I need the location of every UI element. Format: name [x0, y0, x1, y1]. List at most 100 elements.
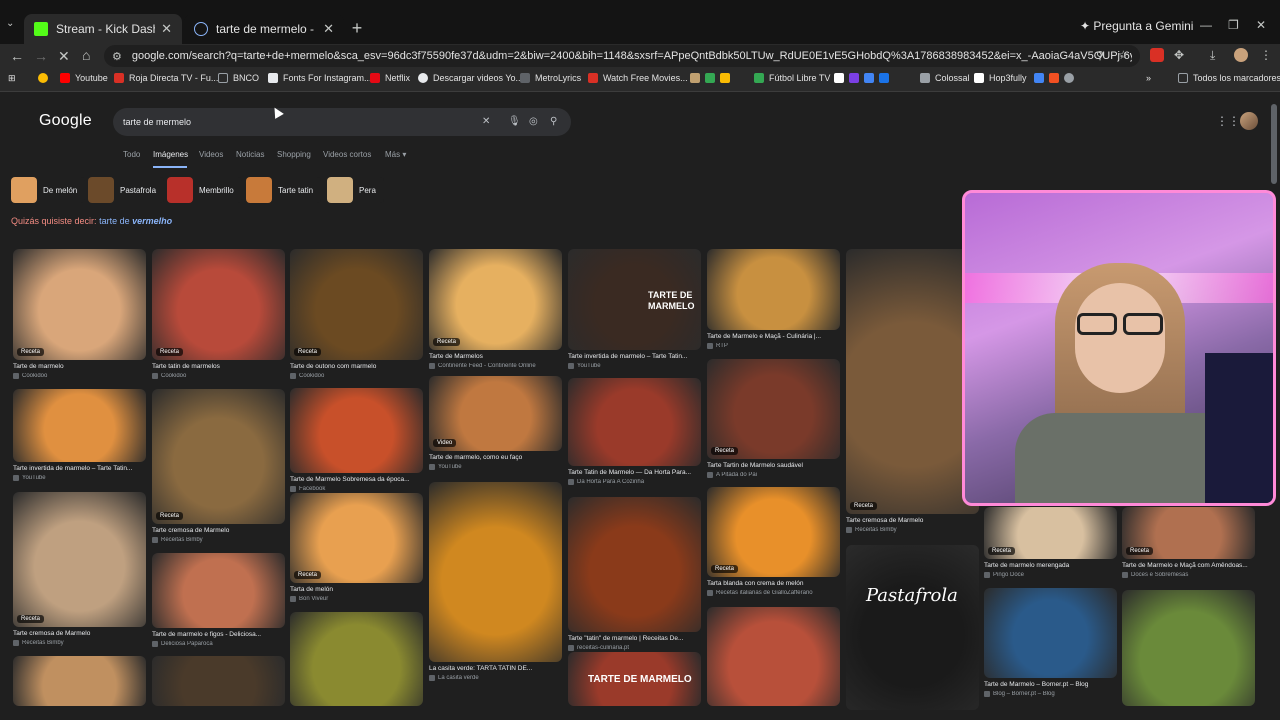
gemini-button[interactable]: ✦ Pregunta a Gemini	[1080, 19, 1193, 33]
result-caption[interactable]: Tarte tatin de marmelos	[152, 363, 285, 370]
result-thumbnail[interactable]	[152, 249, 285, 360]
result-source[interactable]: Facebook	[290, 486, 423, 492]
home-icon[interactable]: ⌂	[82, 47, 90, 63]
result-thumbnail[interactable]	[13, 249, 146, 360]
spell-link-part1[interactable]: tarte de	[99, 216, 130, 226]
result-source[interactable]: A Pitada do Pai	[707, 472, 840, 478]
download-icon[interactable]: ⤓	[1210, 48, 1215, 63]
result-caption[interactable]: Tarte cremosa de Marmelo	[13, 630, 146, 637]
tab-kick-dashboard[interactable]: Stream - Kick Dashboard ✕	[24, 14, 182, 44]
result-thumbnail[interactable]	[13, 492, 146, 627]
result-source[interactable]: Receitas Bimby	[152, 537, 285, 543]
restore-icon[interactable]: ❐	[1228, 18, 1239, 32]
result-caption[interactable]: Tarta de melón	[290, 586, 423, 593]
result-caption[interactable]: Tarte de Marmelo e Maçã - Culinária |...	[707, 333, 840, 340]
filter-tab-mas[interactable]: Más ▾	[385, 150, 406, 159]
close-tab-icon[interactable]: ✕	[161, 21, 172, 37]
result-thumbnail[interactable]	[846, 545, 979, 710]
clear-search-icon[interactable]: ✕	[482, 116, 490, 127]
bookmark-colossal[interactable]: Colossal	[920, 73, 970, 83]
partial-result-thumbnail[interactable]	[152, 656, 285, 706]
result-caption[interactable]: Tarte invertida de marmelo – Tarte Tatin…	[13, 465, 146, 472]
result-thumbnail[interactable]	[152, 553, 285, 628]
result-caption[interactable]: Tarte de outono com marmelo	[290, 363, 423, 370]
account-avatar[interactable]	[1240, 112, 1258, 130]
close-window-icon[interactable]: ✕	[1256, 18, 1266, 32]
bookmark-watchfree[interactable]: Watch Free Movies...	[588, 73, 688, 83]
result-source[interactable]: La casita verde	[429, 675, 562, 681]
result-caption[interactable]: La casita verde: TARTA TATIN DE...	[429, 665, 562, 672]
result-caption[interactable]: Tarte de Marmelos	[429, 353, 562, 360]
partial-result-thumbnail[interactable]: TARTE DE MARMELO	[568, 652, 701, 706]
result-source[interactable]: YouTube	[429, 464, 562, 470]
result-source[interactable]: YouTube	[568, 363, 701, 369]
result-caption[interactable]: Tarte cremosa de Marmelo	[152, 527, 285, 534]
result-caption[interactable]: Tarta blanda con crema de melón	[707, 580, 840, 587]
result-caption[interactable]: Tarte de marmelo, como eu faço	[429, 454, 562, 461]
stop-icon[interactable]: ✕	[58, 48, 70, 65]
result-source[interactable]: Pingo Doce	[984, 572, 1117, 578]
result-caption[interactable]: Tarte de Marmelo Sobremesa da época...	[290, 476, 423, 483]
result-source[interactable]: Doces e Sobremesas	[1122, 572, 1255, 578]
tab-google-search[interactable]: tarte de mermelo - Buscar con ✕	[184, 14, 344, 44]
result-source[interactable]: Cookidoo	[290, 373, 423, 379]
result-source[interactable]: Continente Feed - Continente Online	[429, 363, 562, 369]
filter-tab-videos[interactable]: Videos	[199, 150, 223, 159]
partial-result-thumbnail[interactable]	[13, 656, 146, 706]
chip-pera[interactable]: Pera	[327, 177, 384, 203]
back-icon[interactable]: ←	[10, 48, 24, 64]
all-bookmarks-folder[interactable]: Todos los marcadores	[1178, 73, 1280, 83]
new-tab-icon[interactable]: +	[346, 18, 368, 40]
result-thumbnail[interactable]	[707, 359, 840, 459]
result-source[interactable]: Receitas Bimby	[13, 640, 146, 646]
bookmark-futbol[interactable]: Fútbol Libre TV	[754, 73, 830, 83]
result-source[interactable]: Blog – Borner.pt – Blog	[984, 691, 1117, 697]
result-caption[interactable]: Tarte de marmelo e figos - Deliciosa...	[152, 631, 285, 638]
result-source[interactable]: RTP	[707, 343, 840, 349]
apps-grid-icon[interactable]: ⊞	[8, 73, 16, 84]
result-caption[interactable]: Tarte de Marmelo e Maçã com Amêndoas...	[1122, 562, 1255, 569]
partial-result-thumbnail[interactable]	[290, 612, 423, 706]
extension-icon[interactable]	[1150, 48, 1164, 62]
voice-search-icon[interactable]: 🎙︎	[508, 116, 521, 127]
bookmark-item[interactable]	[38, 73, 53, 83]
close-tab-icon[interactable]: ✕	[323, 21, 334, 37]
result-thumbnail[interactable]	[568, 497, 701, 632]
result-source[interactable]: Cookidoo	[152, 373, 285, 379]
filter-tab-noticias[interactable]: Noticias	[236, 150, 264, 159]
result-caption[interactable]: Tarte de marmelo	[13, 363, 146, 370]
search-icon[interactable]: ⚲	[550, 116, 557, 127]
bookmark-descargar[interactable]: Descargar videos Yo...	[418, 73, 523, 83]
result-source[interactable]: Cookidoo	[13, 373, 146, 379]
result-thumbnail[interactable]	[846, 249, 979, 514]
bookmark-star-icon[interactable]: ☆	[1118, 48, 1129, 62]
result-thumbnail[interactable]	[13, 389, 146, 462]
forward-icon[interactable]: →	[34, 48, 48, 64]
bookmark-fonts[interactable]: Fonts For Instagram...	[268, 73, 372, 83]
result-source[interactable]: Da Horta Para A Cozinha	[568, 479, 701, 485]
result-caption[interactable]: Tarte de Marmelo – Borner.pt – Blog	[984, 681, 1117, 688]
profile-avatar-icon[interactable]	[1234, 48, 1248, 62]
more-bookmarks-icon[interactable]: »	[1146, 73, 1151, 83]
filter-tab-todo[interactable]: Todo	[123, 150, 140, 159]
tab-search-icon[interactable]: ⌄	[6, 18, 14, 29]
filter-tab-videos-cortos[interactable]: Videos cortos	[323, 150, 371, 159]
spell-link-part2[interactable]: vermelho	[132, 216, 172, 226]
minimize-icon[interactable]: —	[1200, 18, 1212, 32]
search-input[interactable]: tarte de mermelo	[113, 108, 571, 136]
result-source[interactable]: YouTube	[13, 475, 146, 481]
result-thumbnail[interactable]	[984, 588, 1117, 678]
result-thumbnail[interactable]	[152, 389, 285, 524]
menu-kebab-icon[interactable]: ⋮	[1260, 48, 1272, 62]
filter-tab-imagenes[interactable]: Imágenes	[153, 150, 188, 159]
result-caption[interactable]: Tarte Tatin de Marmelo — Da Horta Para..…	[568, 469, 701, 476]
bookmark-youtube[interactable]: Youtube	[60, 73, 108, 83]
result-caption[interactable]: Tarte de marmelo merengada	[984, 562, 1117, 569]
address-bar[interactable]: ⚙ google.com/search?q=tarte+de+mermelo&s…	[104, 45, 1140, 67]
result-thumbnail[interactable]	[429, 482, 562, 662]
result-thumbnail[interactable]	[568, 378, 701, 466]
bookmark-bnco[interactable]: BNCO	[218, 73, 259, 83]
result-thumbnail[interactable]	[707, 249, 840, 330]
result-thumbnail[interactable]	[707, 487, 840, 577]
bookmark-misc-icons-3[interactable]	[1034, 73, 1079, 83]
